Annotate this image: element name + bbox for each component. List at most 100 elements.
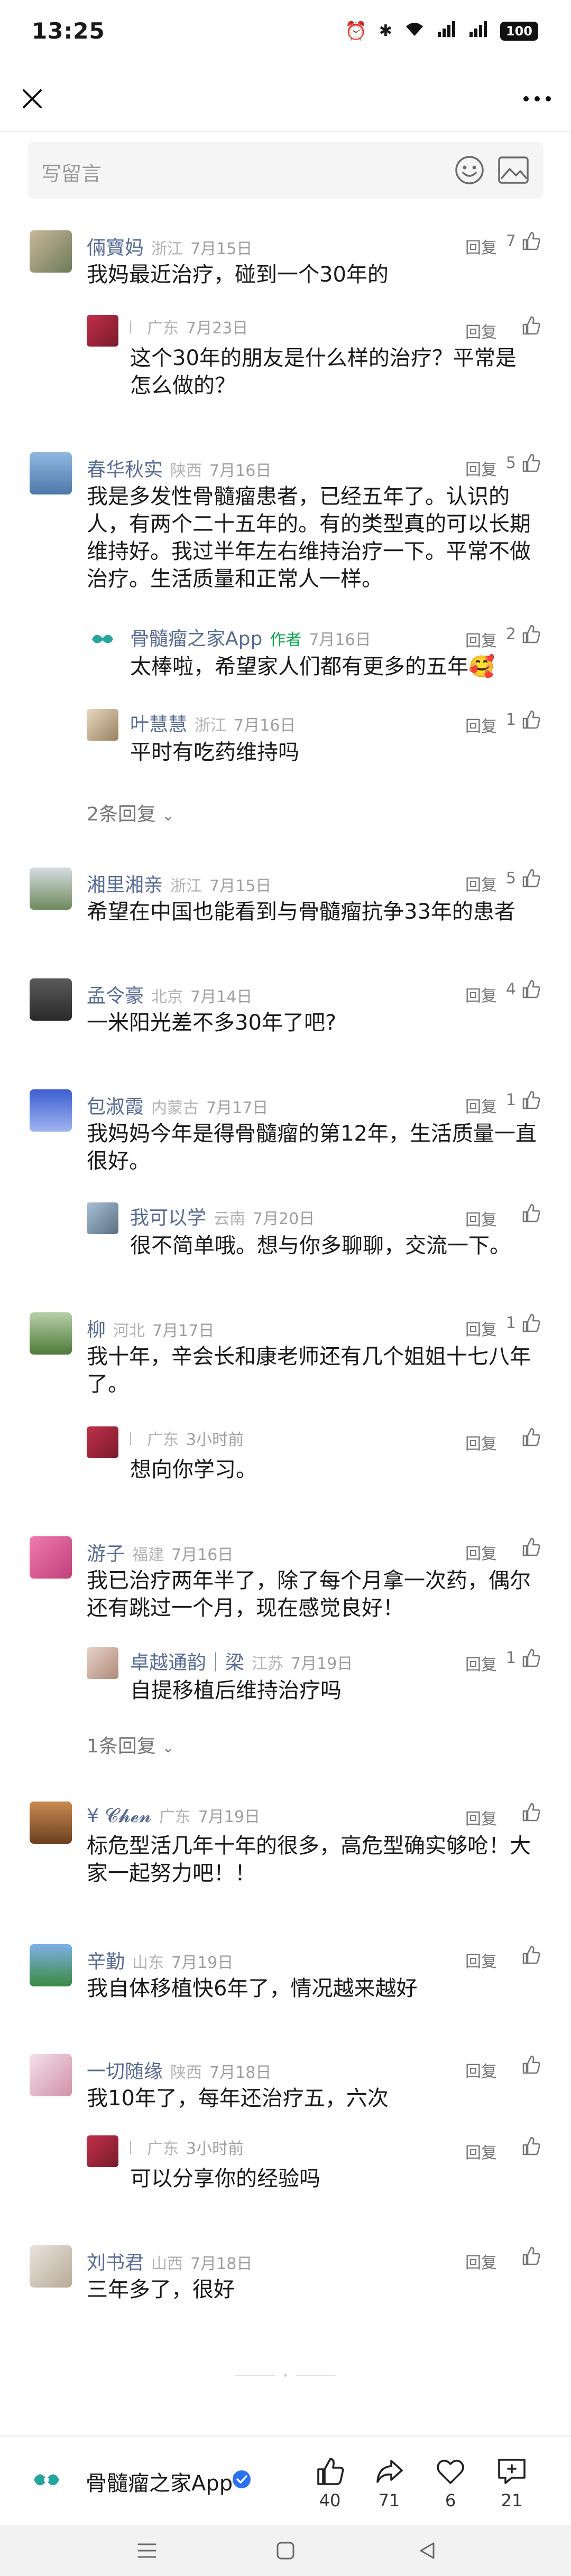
expand-replies-button[interactable]: 1条回复 ⌄ [87, 1731, 174, 1758]
home-button[interactable] [275, 2540, 296, 2563]
emoji-icon[interactable] [454, 154, 485, 186]
avatar[interactable] [87, 709, 118, 741]
app-logo-icon[interactable] [30, 2463, 63, 2497]
username[interactable]: 一切随缘 [87, 2056, 163, 2084]
comment-text: 我十年，辛会长和康老师还有几个姐姐十七八年了。 [87, 1345, 531, 1396]
username[interactable]: 孟令豪 [87, 981, 144, 1008]
close-button[interactable] [15, 81, 50, 116]
like-button[interactable]: 1 [506, 1089, 541, 1110]
like-count: 2 [505, 624, 516, 643]
username[interactable]: 柳 [87, 1314, 106, 1342]
avatar[interactable] [87, 2135, 118, 2167]
like-button[interactable]: 4 [506, 978, 541, 1000]
username[interactable]: 骨髓瘤之家App [130, 623, 262, 651]
comment-text: 我是多发性骨髓瘤患者，已经五年了。认识的人，有两个二十五年的。有的类型真的可以长… [87, 484, 531, 591]
like-button[interactable] [520, 1802, 541, 1823]
comment-text: 想向你学习。 [130, 1458, 257, 1482]
comment-text: 三年多了，很好 [87, 2278, 235, 2302]
avatar[interactable] [30, 1089, 72, 1132]
username-glyph[interactable] [130, 321, 140, 333]
comment-meta: 孟令豪 北京 7月14日 [87, 981, 252, 1008]
expand-replies-button[interactable]: 2条回复 ⌄ [87, 799, 174, 826]
username-glyph[interactable] [130, 2141, 140, 2154]
avatar[interactable] [87, 1647, 118, 1679]
close-icon [23, 89, 42, 108]
reply-button[interactable]: 回复 [465, 456, 497, 480]
like-button[interactable] [520, 1944, 541, 1965]
avatar[interactable] [30, 230, 72, 273]
username[interactable]: 我可以学 [130, 1202, 206, 1230]
username[interactable]: 倆寶妈 [87, 232, 144, 260]
avatar[interactable] [30, 867, 72, 910]
reply-button[interactable]: 回复 [465, 1651, 497, 1675]
image-icon[interactable] [497, 155, 530, 185]
avatar[interactable] [30, 1802, 72, 1844]
avatar[interactable] [30, 1312, 72, 1355]
username[interactable]: 湘里湘亲 [87, 870, 163, 897]
username-glyph[interactable] [130, 1432, 140, 1445]
reply-button[interactable]: 回复 [465, 2058, 497, 2082]
like-button[interactable]: 1 [506, 1312, 541, 1333]
like-button[interactable]: 5 [506, 867, 541, 889]
reply-button[interactable]: 回复 [465, 1094, 497, 1117]
thumbs-up-icon [317, 2458, 344, 2485]
location: 江苏 [252, 1655, 284, 1673]
back-button[interactable] [417, 2540, 438, 2563]
like-button[interactable]: 1 [506, 1647, 541, 1668]
comment-action-button[interactable]: 21 [485, 2456, 538, 2510]
like-button[interactable] [520, 1426, 541, 1448]
account-name[interactable]: 骨髓瘤之家App [86, 2466, 233, 2497]
like-button[interactable] [520, 315, 541, 336]
username[interactable]: 刘书君 [87, 2247, 144, 2275]
like-button[interactable]: 5 [506, 452, 541, 473]
avatar[interactable] [30, 2054, 72, 2096]
like-button[interactable]: 2 [506, 623, 541, 645]
reply-button[interactable]: 回复 [465, 983, 497, 1006]
like-button[interactable] [520, 1536, 541, 1557]
reply-button[interactable]: 回复 [465, 628, 497, 651]
reply-button[interactable]: 回复 [465, 1207, 497, 1230]
comment-meta: 叶慧慧 浙江 7月16日 [130, 709, 296, 736]
avatar[interactable] [87, 1426, 118, 1458]
thumbs-up-icon [522, 979, 540, 998]
reply-button[interactable]: 回复 [465, 872, 497, 895]
avatar[interactable] [30, 1536, 72, 1579]
recent-apps-button[interactable] [135, 2540, 159, 2563]
avatar[interactable] [87, 1202, 118, 1234]
username[interactable]: 叶慧慧 [130, 709, 187, 736]
username[interactable]: 游子 [87, 1538, 125, 1566]
avatar[interactable] [30, 1944, 72, 1986]
comment-input[interactable]: 写留言 [27, 142, 544, 199]
avatar[interactable] [30, 2245, 72, 2288]
reply-button[interactable]: 回复 [465, 713, 497, 736]
avatar[interactable] [30, 978, 72, 1021]
username[interactable]: 包淑霞 [87, 1091, 144, 1119]
like-button[interactable] [520, 2245, 541, 2266]
reply-button[interactable]: 回复 [465, 319, 497, 342]
reply-button[interactable]: 回复 [465, 1541, 497, 1564]
reply-button[interactable]: 回复 [465, 1317, 497, 1340]
like-button[interactable] [520, 1202, 541, 1224]
reply-button[interactable]: 回复 [465, 2250, 497, 2273]
reply-button[interactable]: 回复 [465, 1948, 497, 1972]
app-logo-icon[interactable] [87, 623, 118, 655]
avatar[interactable] [87, 315, 118, 347]
avatar[interactable] [30, 452, 72, 494]
like-button[interactable]: 1 [506, 709, 541, 730]
reply-button[interactable]: 回复 [465, 2140, 497, 2163]
like-action-button[interactable]: 40 [303, 2456, 356, 2510]
reply-button[interactable]: 回复 [465, 1431, 497, 1454]
username[interactable]: 辛勤 [87, 1946, 125, 1974]
username[interactable]: 春华秋实 [87, 454, 163, 482]
share-action-button[interactable]: 71 [363, 2456, 416, 2510]
reply-button[interactable]: 回复 [465, 235, 497, 258]
reply-button[interactable]: 回复 [465, 1806, 497, 1829]
like-button[interactable] [520, 2135, 541, 2157]
like-button[interactable] [520, 2054, 541, 2075]
like-button[interactable]: 7 [506, 230, 541, 251]
more-button[interactable] [518, 81, 556, 116]
favorite-action-button[interactable]: 6 [424, 2456, 477, 2510]
username[interactable]: ¥ 𝓒𝓱𝓮𝓷 [87, 1805, 152, 1827]
comment-meta: 我可以学 云南 7月20日 [130, 1202, 315, 1230]
username[interactable]: 卓越通韵｜梁 [130, 1647, 244, 1675]
